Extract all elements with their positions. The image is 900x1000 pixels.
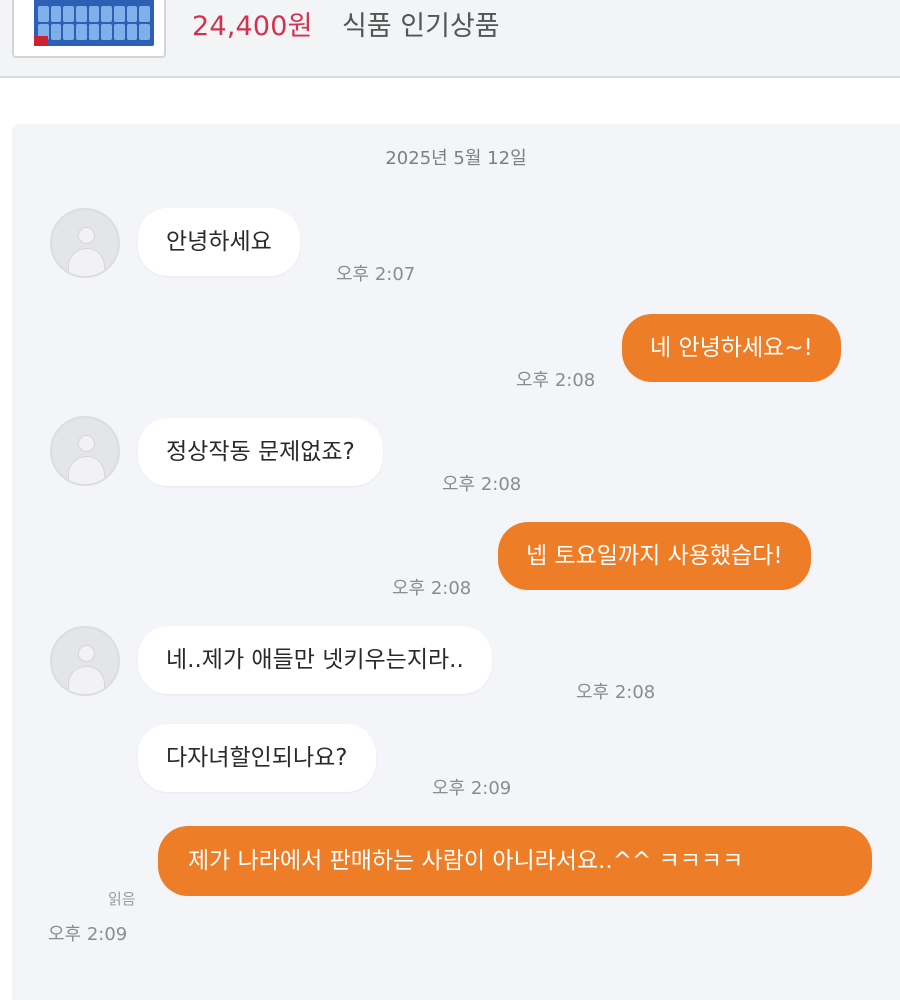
outgoing-message-bubble: 네 안녕하세요~! — [622, 314, 841, 382]
chat-screen: 24,400원 식품 인기상품 2025년 5월 12일 안녕하세요 오후 2:… — [0, 0, 900, 1000]
incoming-message-bubble: 안녕하세요 — [138, 208, 300, 276]
message-time: 오후 2:09 — [48, 924, 128, 945]
product-image-icon — [34, 0, 154, 46]
outgoing-message-bubble: 제가 나라에서 판매하는 사람이 아니라서요..^^ ㅋㅋㅋㅋ — [158, 826, 872, 896]
product-label-mark — [34, 36, 48, 46]
date-divider: 2025년 5월 12일 — [385, 148, 527, 169]
message-time: 오후 2:08 — [392, 578, 472, 599]
avatar-icon[interactable] — [50, 208, 120, 278]
product-category: 식품 인기상품 — [342, 11, 500, 42]
product-header[interactable]: 24,400원 식품 인기상품 — [0, 0, 900, 78]
incoming-message-bubble: 다자녀할인되나요? — [138, 724, 376, 792]
message-time: 오후 2:07 — [336, 264, 416, 285]
message-time: 오후 2:09 — [432, 778, 512, 799]
incoming-message-bubble: 정상작동 문제없죠? — [138, 418, 383, 486]
message-time: 오후 2:08 — [516, 370, 596, 391]
avatar-icon[interactable] — [50, 626, 120, 696]
message-time: 오후 2:08 — [442, 474, 522, 495]
chat-message-list[interactable]: 2025년 5월 12일 안녕하세요 오후 2:07 네 안녕하세요~! 오후 … — [12, 124, 900, 1000]
incoming-message-bubble: 네..제가 애들만 넷키우는지라.. — [138, 626, 492, 694]
read-receipt: 읽음 — [108, 890, 136, 908]
message-time: 오후 2:08 — [576, 682, 656, 703]
product-price: 24,400원 — [192, 11, 313, 42]
product-thumbnail[interactable] — [12, 0, 166, 58]
avatar-icon[interactable] — [50, 416, 120, 486]
outgoing-message-bubble: 넵 토요일까지 사용했습다! — [498, 522, 811, 590]
